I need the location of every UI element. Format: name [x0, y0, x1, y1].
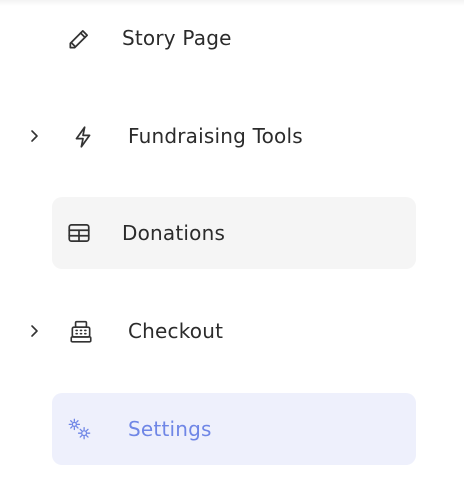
- sidebar-nav: Story Page Fundraising Tools Donations C…: [0, 0, 464, 480]
- sidebar-item-label: Checkout: [128, 319, 224, 343]
- sidebar-item-label: Story Page: [122, 26, 232, 50]
- sidebar-item-label: Settings: [128, 417, 212, 441]
- sidebar-item-story-page[interactable]: Story Page: [52, 2, 416, 74]
- sidebar-item-label: Fundraising Tools: [128, 124, 303, 148]
- lightning-icon: [75, 126, 91, 148]
- sidebar-item-fundraising-tools[interactable]: Fundraising Tools: [52, 100, 416, 172]
- cash-register-icon: [70, 320, 92, 343]
- sidebar-item-settings[interactable]: Settings: [52, 393, 416, 465]
- sidebar-item-checkout[interactable]: Checkout: [52, 295, 416, 367]
- pencil-icon: [69, 30, 88, 49]
- gears-icon: [68, 418, 91, 440]
- sidebar-item-donations[interactable]: Donations: [52, 197, 416, 269]
- sidebar-item-label: Donations: [122, 221, 226, 245]
- chevron-right-icon[interactable]: [26, 323, 42, 339]
- chevron-right-icon[interactable]: [26, 128, 42, 144]
- table-icon: [68, 224, 90, 242]
